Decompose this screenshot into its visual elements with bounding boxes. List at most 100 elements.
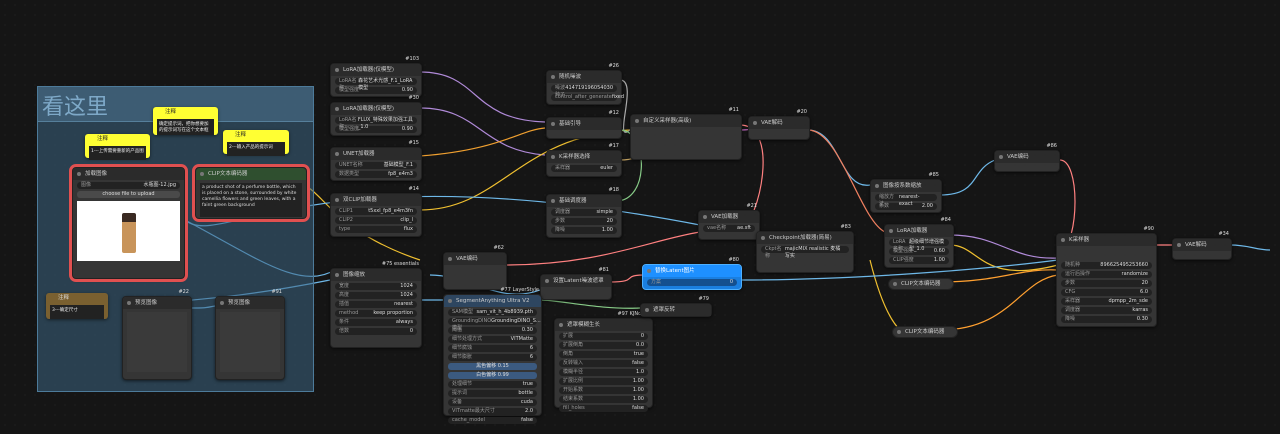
grow-mask-node[interactable]: #97 KJNodes 遮罩模糊生长 扩展 0 扩展倒角 0.0 倒角 true 反转… <box>554 311 653 412</box>
clip1-field[interactable]: CLIP1 t5xxl_fp8_e4m3fn <box>335 208 417 215</box>
basic-guider-node[interactable]: #12 基础引导 <box>546 110 622 139</box>
sampler-field[interactable]: 采样器 dpmpp_2m_sde <box>1061 298 1152 305</box>
note-node[interactable]: 注释 3---确定尺寸 <box>46 293 108 319</box>
device-field[interactable]: 设备 cuda <box>448 399 537 406</box>
type-field[interactable]: type flux <box>335 226 417 233</box>
lora-name-field[interactable]: LoRA名称 森花艺术光感_F.1_LoRA模型 <box>335 78 417 91</box>
invert-mask-node[interactable]: #79 遮罩反转 <box>640 296 712 317</box>
threshold-field[interactable]: 阈值 0.30 <box>448 327 537 334</box>
unet-name-field[interactable]: UNET名称 基础模型_F.1 <box>335 162 417 169</box>
segment-anything-node[interactable]: #77 LayerStyle SegmentAnything Ultra V2 … <box>443 287 542 424</box>
upload-button[interactable]: choose file to upload <box>77 191 180 198</box>
node-title: 基础调度器 <box>547 195 621 207</box>
invert-input-toggle[interactable]: 反转输入 false <box>559 360 648 367</box>
cfg-field[interactable]: CFG 6.0 <box>1061 289 1152 296</box>
scale-field[interactable]: 扩展比例 1.00 <box>559 378 648 385</box>
vae-name-field[interactable]: vae名称 ae.sft <box>703 225 755 232</box>
vae-encode-node[interactable]: #86 VAE编码 <box>994 143 1060 172</box>
after-run-field[interactable]: 运行后操作 randomize <box>1061 271 1152 278</box>
steps-field[interactable]: 步数 20 <box>1061 280 1152 287</box>
steps-field[interactable]: 步数 20 <box>551 218 617 225</box>
fill-holes-toggle[interactable]: fill_holes false <box>559 405 648 412</box>
scale-method-field[interactable]: 缩放方法 nearest-exact <box>875 194 937 207</box>
ckpt-name-field[interactable]: Ckpt名称 majicMIX realistic 麦橘写实 <box>761 246 849 259</box>
expand-field[interactable]: 扩展 0 <box>559 333 648 340</box>
scheduler-field[interactable]: 调度器 karras <box>1061 307 1152 314</box>
detail-method-field[interactable]: 细节处理方式 VITMatte <box>448 336 537 343</box>
sampler-field[interactable]: 采样器 euler <box>551 165 617 172</box>
clip2-field[interactable]: CLIP2 clip_l <box>335 217 417 224</box>
image-select[interactable]: 图像 水瓶图-12.jpg <box>77 182 180 189</box>
node-title: SegmentAnything Ultra V2 <box>444 295 541 307</box>
preview-image-node[interactable]: #91 预览图像 <box>215 289 285 380</box>
vitmatte-size-field[interactable]: VITmatte最大尺寸 2.0 <box>448 408 537 415</box>
taper-toggle[interactable]: 倒角 true <box>559 351 648 358</box>
height-field[interactable]: 高度 1024 <box>335 292 417 299</box>
lora-loader-node[interactable]: #30 LoRA加载器(仅模型) LoRA名称 FLUX_特殊效果加强工具_1.0… <box>330 95 422 136</box>
load-image-node[interactable]: 加载图像 图像 水瓶图-12.jpg choose file to upload <box>69 164 188 282</box>
detail-erode-field[interactable]: 细节腐蚀 6 <box>448 345 537 352</box>
note-text[interactable]: 2---输入产品的提示词 <box>227 142 285 156</box>
vae-decode-node[interactable]: #34 VAE解码 <box>1172 231 1232 260</box>
clip-text-encode-collapsed[interactable]: CLIP文本编码器 <box>888 278 954 290</box>
note-node[interactable]: 注释 1---上传需要重新的产品图 <box>85 134 150 160</box>
dtype-field[interactable]: 数据类型 fp8_e4m3 <box>335 171 417 178</box>
denoise-field[interactable]: 降噪 0.30 <box>1061 316 1152 323</box>
note-node[interactable]: 注释 确定提示词，把你想要加的提示词写在这个文本框 <box>153 107 218 135</box>
preview-image-node[interactable]: #22 预览图像 <box>122 289 192 380</box>
start-factor-field[interactable]: 开始系数 1.00 <box>559 387 648 394</box>
scheme-field[interactable]: 方案 0 <box>647 279 737 286</box>
random-noise-node[interactable]: #26 随机噪波 噪波种子 414719196054030 control_aft… <box>546 63 624 105</box>
dino-model-field[interactable]: GroundingDINO模型 GroundingDINO_S... <box>448 318 541 331</box>
multiple-field[interactable]: 倍数 0 <box>335 328 417 335</box>
note-text[interactable]: 3---确定尺寸 <box>50 305 104 319</box>
condition-field[interactable]: 条件 always <box>335 319 417 326</box>
unet-loader-node[interactable]: #15 UNET加载器 UNET名称 基础模型_F.1 数据类型 fp8_e4m3 <box>330 140 422 181</box>
model-strength-field[interactable]: 模型强度 0.90 <box>335 87 417 94</box>
seed-field[interactable]: 随机种 896625495253660 <box>1061 262 1152 269</box>
end-factor-field[interactable]: 结束系数 1.00 <box>559 396 648 403</box>
prompt-field[interactable]: 提示词 bottle <box>448 390 537 397</box>
clip-text-encode-collapsed[interactable]: CLIP文本编码器 <box>892 326 958 338</box>
model-strength-field[interactable]: 模型强度 0.90 <box>335 126 417 133</box>
note-text[interactable]: 确定提示词，把你想要加的提示词写在这个文本框 <box>157 119 214 135</box>
sam-model-field[interactable]: SAM模型 sam_vit_h_4b8939.pth <box>448 309 537 316</box>
clip-text-encode-node[interactable]: CLIP文本编码器 a product shot of a perfume bo… <box>192 164 310 222</box>
interpolation-field[interactable]: 插值 nearest <box>335 301 417 308</box>
noise-seed-field[interactable]: 噪波种子 414719196054030 <box>551 85 617 98</box>
denoise-field[interactable]: 降噪 1.00 <box>551 227 617 234</box>
lora-name-field[interactable]: LoRA名称 超级细节增强模型_1.0 <box>889 239 949 252</box>
method-field[interactable]: method keep proportion <box>335 310 417 317</box>
lora-loader-node[interactable]: #103 LoRA加载器(仅模型) LoRA名称 森花艺术光感_F.1_LoRA模… <box>330 56 422 97</box>
note-node[interactable]: 注释 2---输入产品的提示词 <box>223 130 289 156</box>
clip-strength-field[interactable]: CLIP强度 1.00 <box>889 257 949 264</box>
black-point-slider[interactable]: 黑色偏移 0.15 <box>448 363 537 370</box>
vae-encode-node[interactable]: #62 VAE编码 <box>443 245 507 290</box>
width-field[interactable]: 宽度 1024 <box>335 283 417 290</box>
expand-taper-field[interactable]: 扩展倒角 0.0 <box>559 342 648 349</box>
image-resize-node[interactable]: #75 essentials 图像缩放 宽度 1024 高度 1024 插值 near… <box>330 261 422 348</box>
cache-model-toggle[interactable]: cache_model false <box>448 417 537 424</box>
basic-scheduler-node[interactable]: #18 基础调度器 调度器 simple 步数 20 降噪 1.00 <box>546 187 622 238</box>
custom-sampler-node[interactable]: #11 自定义采样器(高级) <box>630 107 742 160</box>
replace-latent-node[interactable]: #80 替换Latent图片 方案 0 <box>642 257 742 290</box>
set-latent-mask-node[interactable]: #81 设置Latent噪波遮罩 <box>540 267 612 300</box>
dual-clip-loader-node[interactable]: #14 双CLIP加载器 CLIP1 t5xxl_fp8_e4m3fn CLIP2… <box>330 186 422 237</box>
sampler-select-node[interactable]: #17 K采样器选择 采样器 euler <box>546 143 622 177</box>
lora-loader-node[interactable]: #84 LoRA加载器 LoRA名称 超级细节增强模型_1.0 模型强度 0.60 … <box>884 217 954 268</box>
process-detail-toggle[interactable]: 处理细节 true <box>448 381 537 388</box>
white-point-slider[interactable]: 白色偏移 0.99 <box>448 372 537 379</box>
control-after-generate-field[interactable]: control_after_generate fixed <box>551 94 624 101</box>
vae-loader-node[interactable]: #21 VAE加载器 vae名称 ae.sft <box>698 203 760 240</box>
prompt-textarea[interactable]: a product shot of a perfume bottle, whic… <box>200 183 302 217</box>
blur-radius-field[interactable]: 模糊半径 1.0 <box>559 369 648 376</box>
lora-name-field[interactable]: LoRA名称 FLUX_特殊效果加强工具_1.0 <box>335 117 417 130</box>
checkpoint-loader-node[interactable]: #83 Checkpoint加载器(简易) Ckpt名称 majicMIX rea… <box>756 224 854 273</box>
note-text[interactable]: 1---上传需要重新的产品图 <box>89 146 146 160</box>
vae-decode-node[interactable]: #20 VAE解码 <box>748 109 810 140</box>
ksampler-node[interactable]: #90 K采样器 随机种 896625495253660 运行后操作 randomi… <box>1056 226 1157 327</box>
node-id: #62 <box>493 245 504 251</box>
image-scale-by-node[interactable]: #85 图像按系数缩放 缩放方法 nearest-exact 系数 2.00 <box>870 172 942 213</box>
detail-dilate-field[interactable]: 细节膨胀 6 <box>448 354 537 361</box>
scheduler-field[interactable]: 调度器 simple <box>551 209 617 216</box>
